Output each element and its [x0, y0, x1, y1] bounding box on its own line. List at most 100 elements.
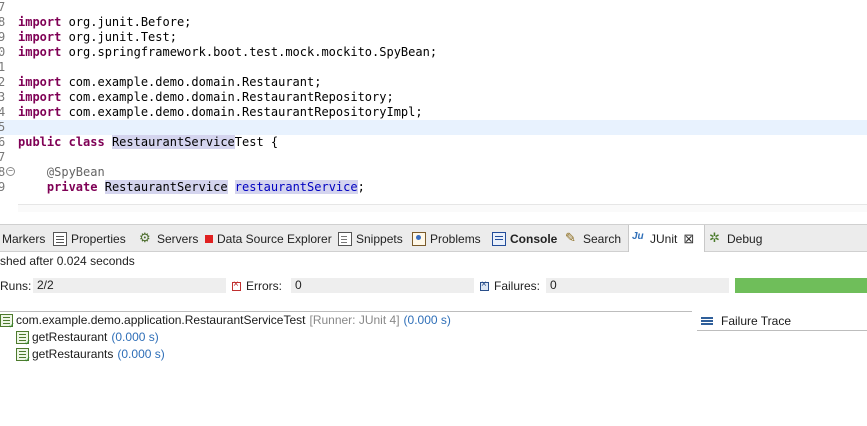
tab-debug[interactable]: Debug [709, 225, 762, 252]
test-time: (0.000 s) [403, 313, 451, 327]
code-line[interactable]: 9 private RestaurantService restaurantSe… [0, 180, 867, 195]
tab-label: JUnit [650, 232, 678, 246]
failure-trace-label: Failure Trace [721, 313, 792, 328]
keyword: import [18, 105, 62, 119]
highlighted-identifier: RestaurantService [104, 180, 228, 194]
tab-properties[interactable]: Properties [53, 225, 126, 252]
tab-label: Problems [430, 231, 481, 246]
code-line[interactable]: 3 import com.example.demo.domain.Restaura… [0, 90, 867, 105]
test-case-name: getRestaurants [32, 347, 114, 361]
test-passed-icon [16, 347, 31, 364]
code-text: com.example.demo.domain.RestaurantReposi… [61, 90, 394, 104]
tab-problems[interactable]: Problems [412, 225, 481, 252]
console-icon [492, 231, 506, 246]
tab-label: Markers [2, 231, 46, 246]
line-number: 1 [0, 60, 6, 74]
code-text: ; [357, 180, 365, 194]
keyword: private [46, 180, 98, 194]
tab-servers[interactable]: Servers [139, 225, 198, 252]
failures-label: Failures: [480, 279, 540, 293]
code-line[interactable]: 1 [0, 60, 867, 75]
code-line[interactable]: 9 import org.junit.Test; [0, 30, 867, 45]
code-text: org.junit.Test; [61, 30, 177, 44]
runs-label: Runs: [0, 279, 32, 293]
tab-search[interactable]: Search [565, 225, 621, 252]
keyword: class [68, 135, 105, 149]
test-passed-icon [16, 330, 31, 347]
code-editor[interactable]: 7 8 import org.junit.Before; 9 import org.… [0, 0, 867, 220]
keyword: import [18, 15, 62, 29]
tab-label: Properties [71, 231, 126, 246]
tab-label: Search [583, 231, 622, 246]
search-icon [565, 230, 579, 246]
data-source-icon [205, 234, 213, 243]
code-line[interactable]: 8 import org.junit.Before; [0, 15, 867, 30]
close-icon[interactable]: ⊠ [683, 231, 694, 247]
editor-horizontal-scrollbar[interactable] [18, 204, 867, 212]
code-line[interactable]: 7 [0, 0, 867, 15]
test-suite-row[interactable]: com.example.demo.application.RestaurantS… [0, 312, 451, 330]
code-text: com.example.demo.domain.Restaurant; [61, 75, 322, 89]
snippets-icon [338, 231, 352, 246]
debug-icon [709, 230, 723, 246]
keyword: import [18, 75, 62, 89]
test-runner: [Runner: JUnit 4] [309, 313, 400, 327]
test-suite-passed-icon [0, 313, 15, 330]
code-line[interactable]: 4 import com.example.demo.domain.Restaura… [0, 105, 867, 120]
tab-label: Console [510, 231, 558, 246]
code-line[interactable]: 2 import com.example.demo.domain.Restaura… [0, 75, 867, 90]
test-case-row[interactable]: getRestaurant (0.000 s) [16, 329, 159, 347]
code-line[interactable]: 0 import org.springframework.boot.test.mo… [0, 45, 867, 60]
failures-value: 0 [546, 278, 729, 293]
line-number: 8 [0, 15, 6, 29]
failure-trace-header: Failure Trace [697, 311, 867, 331]
line-number: 7 [0, 0, 6, 14]
code-line[interactable]: 7 [0, 150, 867, 165]
runs-value: 2/2 [33, 278, 226, 293]
error-icon [232, 279, 241, 291]
test-case-row[interactable]: getRestaurants (0.000 s) [16, 346, 165, 364]
test-progress-bar [735, 278, 867, 293]
fold-toggle-icon[interactable]: − [6, 167, 15, 176]
tab-junit[interactable]: JUnit ⊠ [628, 225, 705, 253]
test-time: (0.000 s) [117, 347, 165, 361]
keyword: import [18, 30, 62, 44]
current-code-line[interactable]: 5 [0, 120, 867, 135]
stack-trace-icon [701, 316, 713, 326]
errors-label: Errors: [232, 279, 282, 293]
code-text: org.springframework.boot.test.mock.mocki… [61, 45, 438, 59]
code-text: Test { [234, 135, 279, 149]
tab-label: Data Source Explorer [217, 231, 332, 246]
tab-markers[interactable]: Markers [2, 225, 45, 252]
tab-label: Debug [727, 231, 763, 246]
junit-icon [632, 231, 646, 246]
line-number: 9 [0, 180, 6, 194]
line-number: 9 [0, 30, 6, 44]
highlighted-field: restaurantService [234, 180, 358, 194]
problems-icon [412, 231, 426, 246]
highlighted-identifier: RestaurantService [111, 135, 235, 149]
line-number: 5 [0, 120, 6, 134]
view-tab-bar: Markers Properties Servers Data Source E… [0, 224, 867, 253]
code-text: com.example.demo.domain.RestaurantReposi… [61, 105, 423, 119]
test-tree[interactable]: com.example.demo.application.RestaurantS… [0, 311, 692, 426]
code-text: org.junit.Before; [61, 15, 192, 29]
tab-data-source-explorer[interactable]: Data Source Explorer [205, 225, 332, 252]
tab-console[interactable]: Console [492, 225, 557, 252]
keyword: import [18, 45, 62, 59]
code-line[interactable]: 8− @SpyBean [0, 165, 867, 180]
line-number: 0 [0, 45, 6, 59]
code-line[interactable]: 6 public class RestaurantServiceTest { [0, 135, 867, 150]
tab-label: Servers [157, 231, 199, 246]
line-number: 4 [0, 105, 6, 119]
properties-icon [53, 231, 67, 246]
test-suite-name: com.example.demo.application.RestaurantS… [16, 313, 306, 327]
tab-snippets[interactable]: Snippets [338, 225, 403, 252]
keyword: import [18, 90, 62, 104]
keyword: public [18, 135, 62, 149]
